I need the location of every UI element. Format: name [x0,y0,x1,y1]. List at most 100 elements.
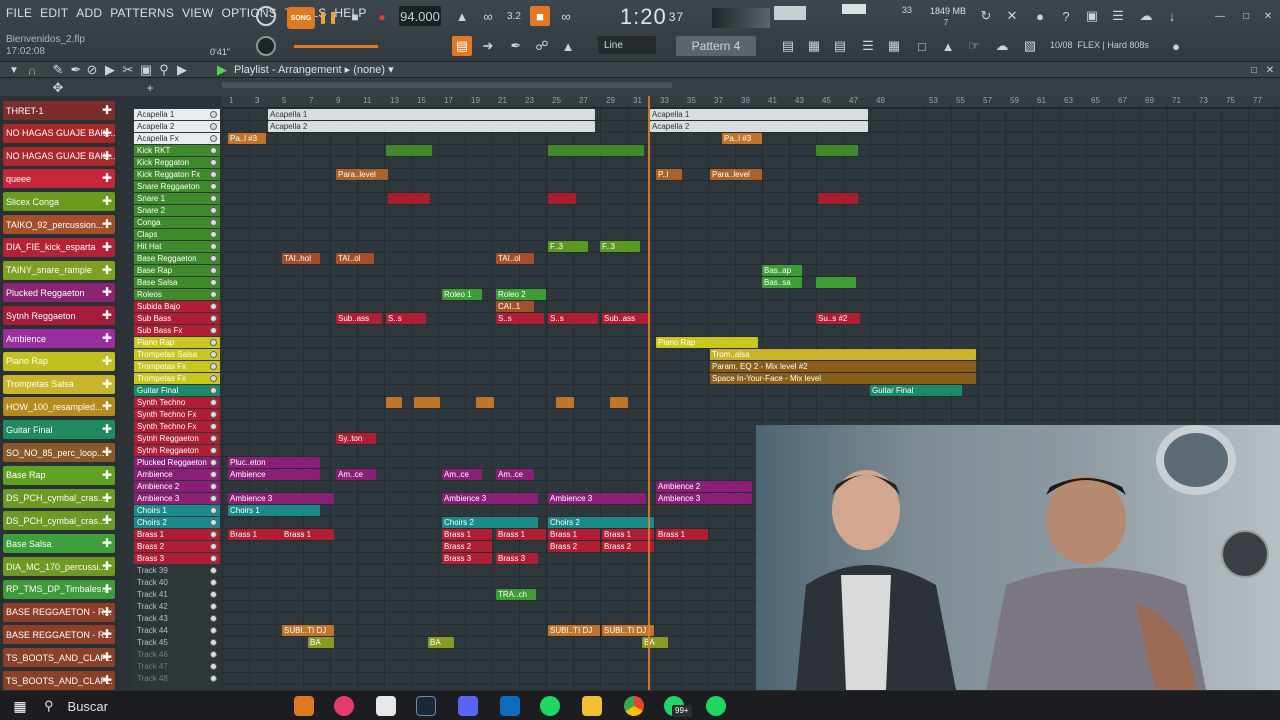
menu-item-file[interactable]: FILE [2,6,36,20]
playlist-clip[interactable]: Sub..ass [602,313,648,324]
track-header[interactable]: Choirs 1 [134,505,220,516]
playlist-clip[interactable] [816,277,856,288]
pattern-item[interactable]: Guitar Final ✚ [3,420,115,440]
track-header[interactable]: Roleos [134,289,220,300]
playlist-icon[interactable]: ▤ [778,36,798,56]
track-mute-button[interactable] [210,615,217,622]
add-pattern-icon[interactable]: ✚ [102,468,112,482]
discord-taskbar-icon[interactable] [458,696,478,716]
windows-start-icon[interactable]: ▦ [10,696,30,716]
unity-taskbar-icon[interactable] [376,696,396,716]
pattern-item[interactable]: TS_BOOTS_AND_CLAP... ✚ [3,671,115,690]
track-header[interactable]: Sub Bass [134,313,220,324]
playlist-clip[interactable]: CAI..1 [496,301,534,312]
add-pattern-icon[interactable]: ✚ [102,559,112,573]
track-header[interactable]: Acapella Fx [134,133,220,144]
track-mute-button[interactable] [210,543,217,550]
playback-icon[interactable]: ▶ [172,60,192,80]
track-header[interactable]: Track 44 [134,625,220,636]
steam-taskbar-icon[interactable] [416,696,436,716]
playlist-clip[interactable]: Roleo 1 [442,289,482,300]
playlist-clip[interactable]: Brass 1 [228,529,282,540]
add-pattern-icon[interactable]: ✚ [102,650,112,664]
pattern-item[interactable]: BASE REGGAETON - R... ✚ [3,602,115,622]
track-header[interactable]: Conga [134,217,220,228]
playlist-clip[interactable]: Brass 1 [656,529,708,540]
magnet-icon[interactable]: ∩ [22,60,42,80]
select-icon[interactable]: ▣ [136,60,156,80]
add-pattern-icon[interactable]: ✚ [102,536,112,550]
pattern-item[interactable]: SO_NO_85_perc_loop... ✚ [3,443,115,462]
track-header[interactable]: Acapella 1 [134,109,220,120]
playlist-clip[interactable]: Sub..ass [336,313,382,324]
add-pattern-icon[interactable]: ✚ [102,217,112,231]
track-header[interactable]: Trompetas Fx [134,361,220,372]
playlist-clip[interactable]: Ambience 3 [228,493,334,504]
track-header[interactable]: Piano Rap [134,337,220,348]
file-explorer-taskbar-icon[interactable] [582,696,602,716]
track-mute-button[interactable] [210,495,217,502]
track-mute-button[interactable] [210,411,217,418]
pattern-item[interactable]: BASE REGGAETON - R... ✚ [3,625,115,645]
add-pattern-icon[interactable]: ✚ [102,673,112,687]
horizontal-scrollbar[interactable] [222,82,672,88]
playlist-clip[interactable]: Brass 1 [442,529,492,540]
itunes-taskbar-icon[interactable] [334,696,354,716]
browser-icon[interactable]: □ [912,36,932,56]
playlist-clip[interactable]: Roleo 2 [496,289,546,300]
pattern-item[interactable]: DS_PCH_cymbal_cras... ✚ [3,511,115,531]
playlist-clip[interactable]: Acapella 2 [650,121,868,132]
arrow-right-icon[interactable]: ➜ [478,36,498,56]
track-mute-button[interactable] [210,567,217,574]
slice-icon[interactable]: ✂ [118,60,138,80]
menu-item-patterns[interactable]: PATTERNS [106,6,178,20]
refresh-icon[interactable]: ↻ [976,6,996,26]
playlist-clip[interactable]: Piano Rap [656,337,758,348]
playlist-clip[interactable]: F..3 [548,241,588,252]
track-mute-button[interactable] [210,267,217,274]
pattern-item[interactable]: RP_TMS_DP_Timbales... ✚ [3,579,115,599]
add-pattern-icon[interactable]: ✚ [102,103,112,117]
track-header[interactable]: Brass 1 [134,529,220,540]
globe-icon[interactable]: ● [1166,36,1186,56]
playlist-clip[interactable]: Brass 3 [442,553,492,564]
track-mute-button[interactable] [210,435,217,442]
add-pattern-icon[interactable]: ✚ [102,422,112,436]
zoom-icon[interactable]: ⚲ [154,60,174,80]
playlist-clip[interactable]: Brass 2 [548,541,600,552]
playlist-clip[interactable] [548,145,644,156]
playlist-clip[interactable]: S..s [496,313,544,324]
playlist-close-icon[interactable]: ✕ [1260,60,1280,80]
pattern-item[interactable]: Sytnh Reggaeton ✚ [3,306,115,326]
track-header[interactable]: Plucked Reggaeton [134,457,220,468]
playlist-clip[interactable]: Brass 1 [282,529,334,540]
add-pattern-icon[interactable]: ✚ [102,513,112,527]
touch-icon[interactable]: ☞ [964,36,984,56]
track-header[interactable]: Acapella 2 [134,121,220,132]
menu-item-add[interactable]: ADD [72,6,106,20]
add-pattern-icon[interactable]: ✚ [102,263,112,277]
stop-button[interactable]: ■ [345,7,365,27]
track-mute-button[interactable] [210,603,217,610]
chat-icon[interactable]: ☁ [1136,6,1156,26]
track-mute-button[interactable] [210,507,217,514]
pattern-item[interactable]: NO HAGAS GUAJE BAIL... ✚ [3,123,115,143]
help-icon[interactable]: ? [1056,6,1076,26]
snap-select[interactable]: Line [598,36,656,54]
playlist-clip[interactable]: Para..level [336,169,388,180]
loop-record-icon[interactable]: ∞ [556,6,576,26]
playlist-clip[interactable]: Choirs 2 [548,517,654,528]
playlist-clip[interactable]: Sy..ton [336,433,376,444]
play-from-icon[interactable]: ▶ [212,60,232,80]
track-header[interactable]: Synth Techno [134,397,220,408]
playlist-clip[interactable] [556,397,574,408]
playlist-clip[interactable]: Ambience 3 [548,493,646,504]
track-header[interactable]: Base Rap [134,265,220,276]
save-icon[interactable]: ▣ [1082,6,1102,26]
pattern-item[interactable]: Piano Rap ✚ [3,351,115,371]
track-mute-button[interactable] [210,375,217,382]
playlist-clip[interactable]: Am..ce [336,469,376,480]
playlist-clip[interactable]: TAI..ol [496,253,534,264]
add-track-icon[interactable]: + [140,78,160,98]
main-volume-slider[interactable] [294,45,378,48]
